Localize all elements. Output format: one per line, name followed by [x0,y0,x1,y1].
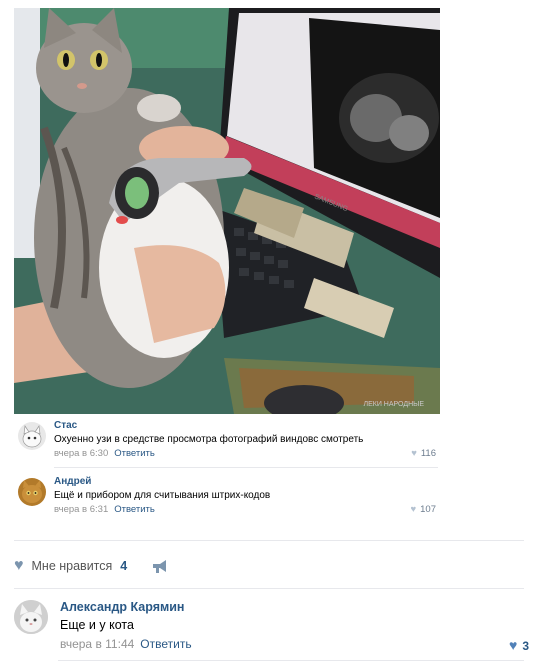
comment-likes[interactable]: ♥ 116 [411,448,436,459]
comment-likes[interactable]: ♥ 3 [509,637,529,653]
comment-likes[interactable]: ♥ 107 [411,504,437,515]
commenter-name[interactable]: Андрей [54,476,91,487]
comment-text: Охуенно узи в средстве просмотра фотогра… [54,434,364,445]
commenter-name[interactable]: Стас [54,420,77,431]
heart-icon[interactable]: ♥ [14,557,24,575]
post-photo[interactable]: SAMSUNG ЛЕКИ НАРОДНЫЕ [14,8,440,414]
like-count: 107 [420,504,436,515]
heart-icon: ♥ [411,448,417,459]
divider [58,660,524,661]
comment-time[interactable]: вчера в 11:44 [60,637,134,651]
reply-link[interactable]: Ответить [114,448,155,459]
watermark: ЛЕКИ НАРОДНЫЕ [363,401,424,408]
comment-text: Ещё и прибором для считывания штрих-кодо… [54,490,271,501]
inner-comment: Андрей Ещё и прибором для считывания штр… [14,472,440,520]
commenter-name[interactable]: Александр Карямин [60,600,184,614]
reply-link[interactable]: Ответить [114,504,155,515]
comment-time[interactable]: вчера в 6:31 [54,504,108,515]
heart-icon: ♥ [509,637,518,653]
cat-avatar-icon[interactable] [14,600,48,634]
post-actions: ♥ Мне нравится 4 [14,556,169,576]
like-count: 116 [420,448,436,459]
comment-time[interactable]: вчера в 6:30 [54,448,108,459]
megaphone-icon[interactable] [151,558,169,574]
heart-icon: ♥ [410,504,417,515]
comment-text: Еще и у кота [60,618,134,632]
like-count[interactable]: 4 [120,559,127,573]
like-label[interactable]: Мне нравится [32,559,113,573]
comment: Александр Карямин Еще и у кота вчера в 1… [14,596,529,656]
divider [14,588,524,589]
inner-comment: Стас Охуенно узи в средстве просмотра фо… [14,416,440,464]
reply-link[interactable]: Ответить [140,637,191,651]
like-count: 3 [522,639,529,653]
cat-avatar-icon[interactable] [18,478,46,506]
divider [54,467,438,468]
divider [14,540,524,541]
cat-avatar-icon[interactable] [18,422,46,450]
